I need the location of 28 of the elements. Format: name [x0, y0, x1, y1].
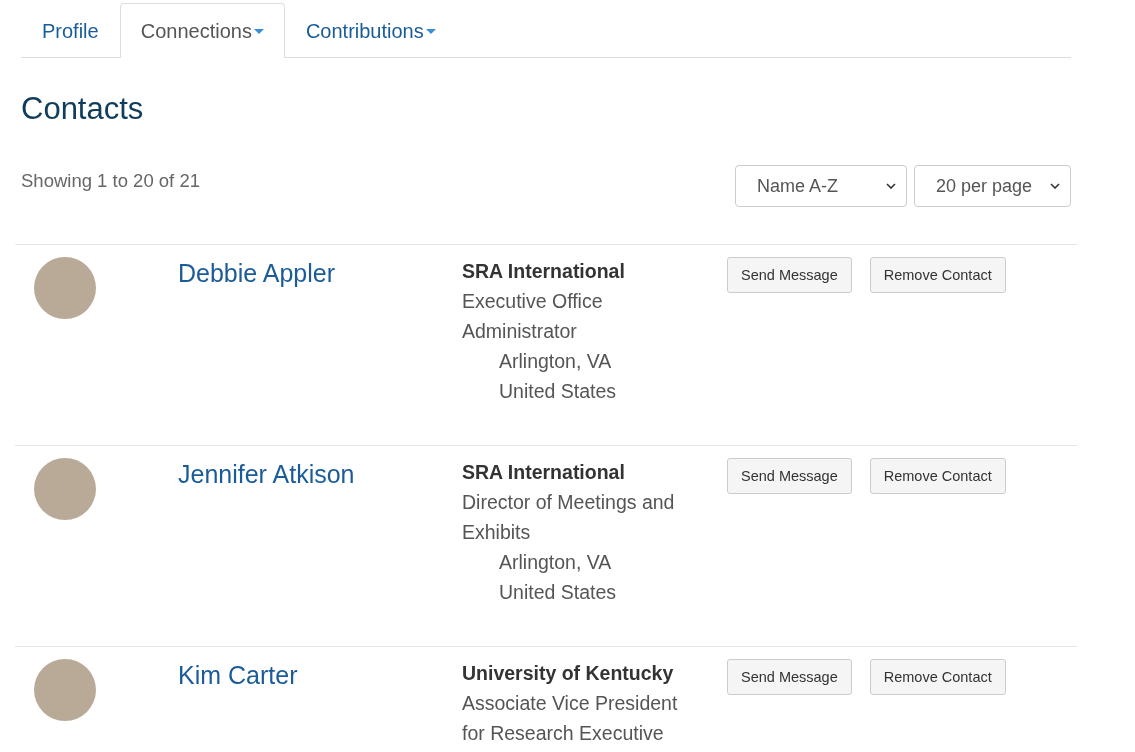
organization: SRA International — [462, 259, 626, 284]
city: Arlington, VA — [498, 349, 613, 374]
job-title: Executive Office Administrator — [462, 289, 604, 344]
job-title: Associate Vice President for Research Executive — [462, 691, 679, 746]
country: United States — [498, 580, 618, 605]
tab[interactable]: Contributions — [284, 3, 457, 58]
send-message-button[interactable]: Send Message — [727, 458, 852, 494]
city: Arlington, VA — [498, 550, 613, 575]
contact-name[interactable]: Jennifer Atkison — [178, 458, 462, 646]
contact-name[interactable]: Debbie Appler — [178, 257, 462, 445]
chevron-down-icon — [1050, 183, 1060, 189]
chevron-down-icon — [886, 183, 896, 189]
page-size-select[interactable]: 20 per page — [914, 165, 1071, 207]
tab[interactable]: Profile — [21, 3, 120, 58]
contact-name[interactable]: Kim Carter — [178, 659, 462, 752]
remove-contact-button[interactable]: Remove Contact — [869, 458, 1006, 494]
organization: SRA International — [462, 460, 626, 485]
send-message-button[interactable]: Send Message — [727, 659, 852, 695]
tab[interactable]: Connections — [119, 3, 285, 58]
country: United States — [498, 379, 618, 404]
job-title: Director of Meetings and Exhibits — [462, 490, 676, 545]
remove-contact-button[interactable]: Remove Contact — [869, 257, 1006, 293]
results-summary: Showing 1 to 20 of 21 — [21, 170, 200, 193]
remove-contact-button[interactable]: Remove Contact — [869, 659, 1006, 695]
send-message-button[interactable]: Send Message — [727, 257, 852, 293]
organization: University of Kentucky — [462, 661, 675, 686]
page-heading: Contacts — [21, 91, 145, 127]
sort-select[interactable]: Name A-Z — [735, 165, 907, 207]
